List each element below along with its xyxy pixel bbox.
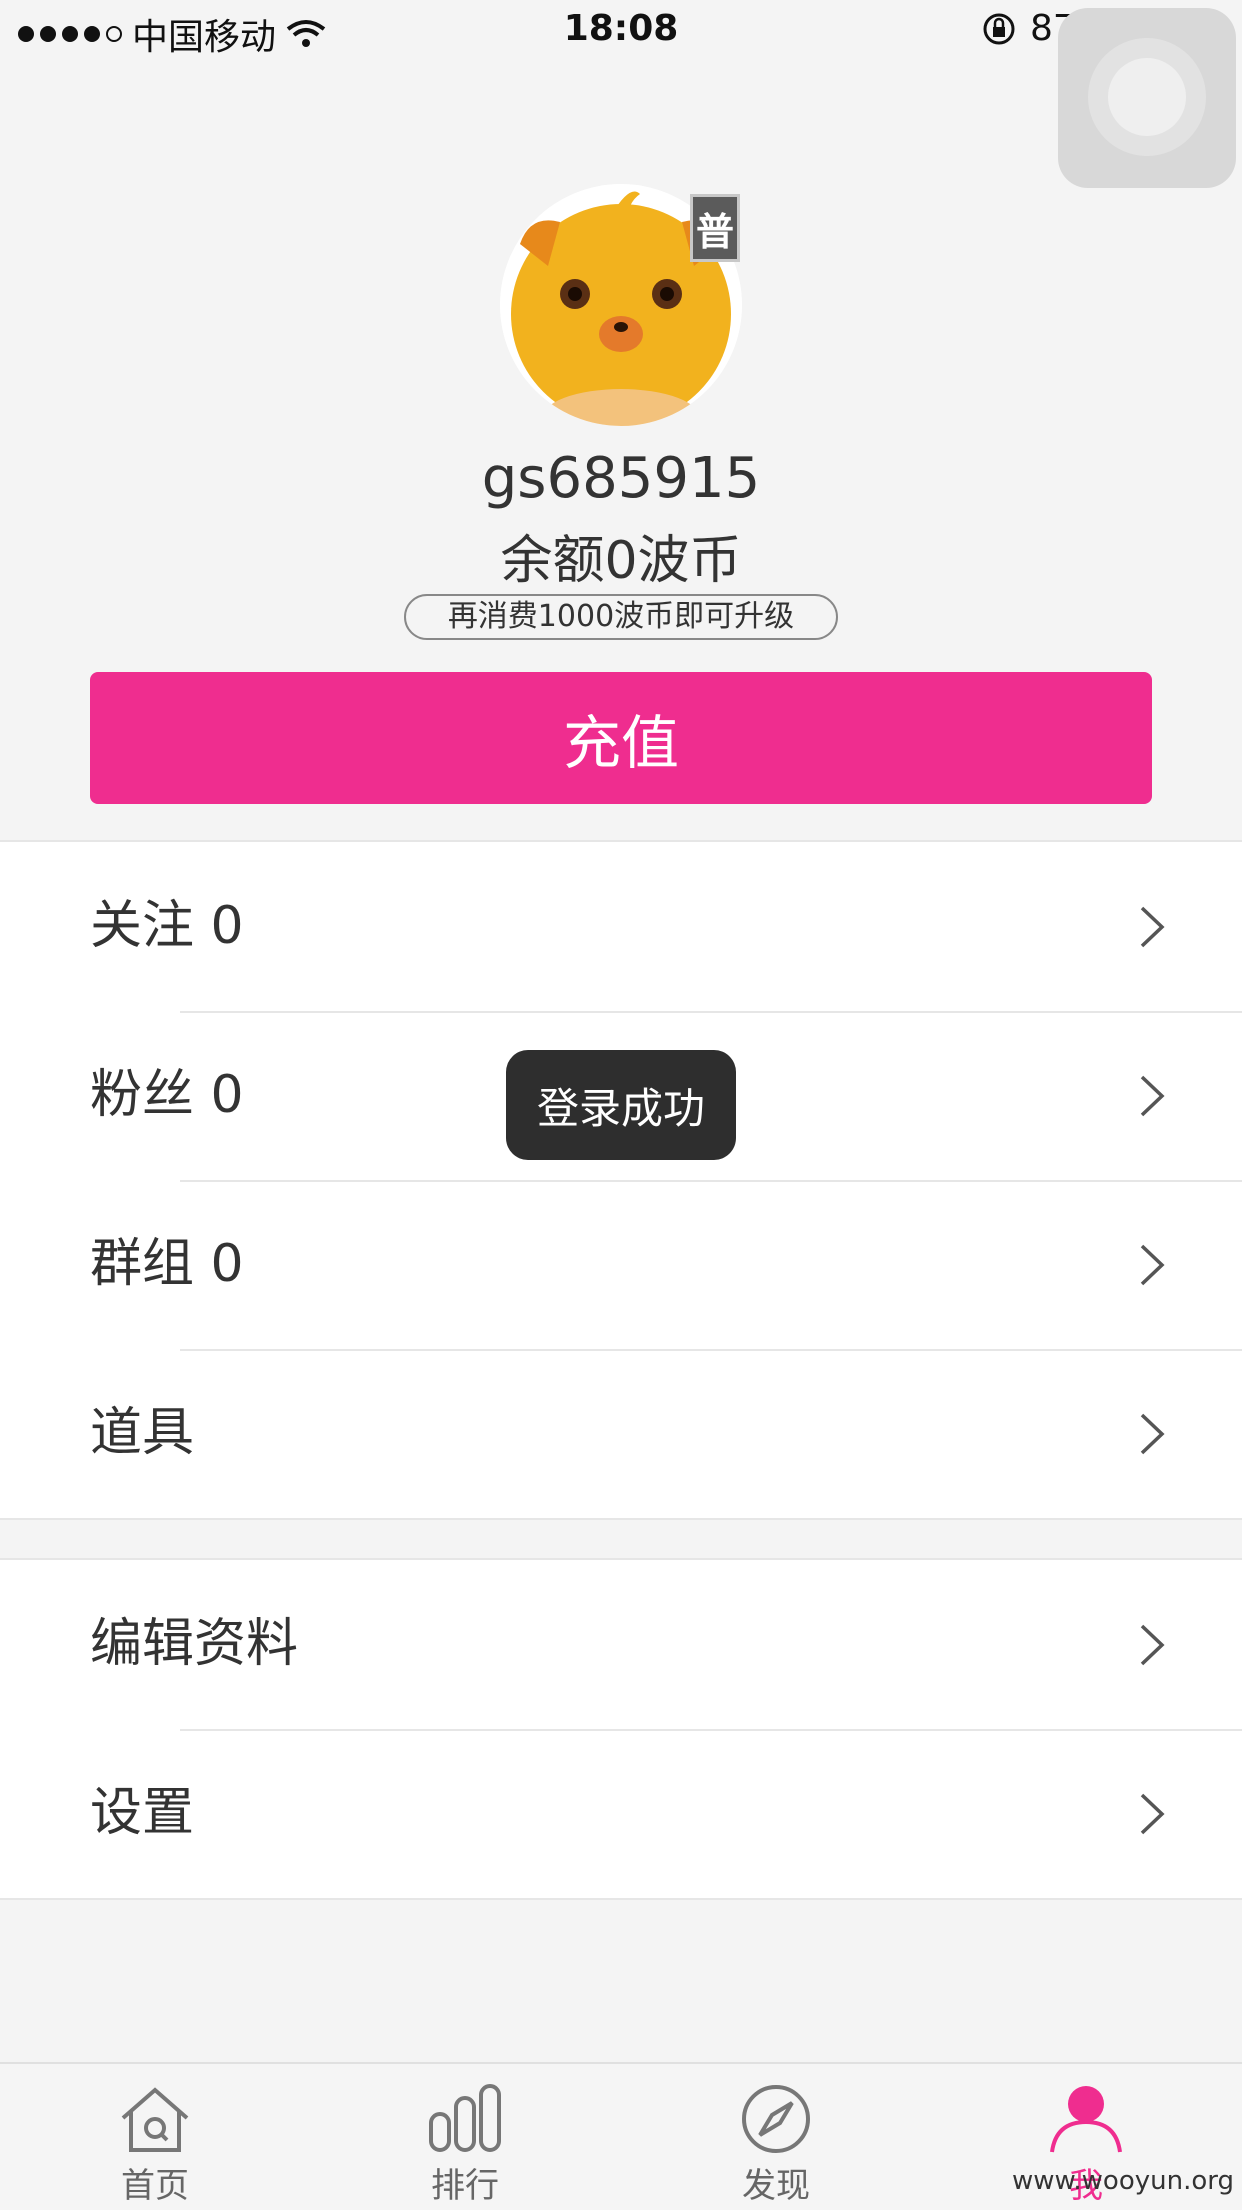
menu-row-label: 群组 0 <box>90 1234 244 1294</box>
tab-ranking[interactable]: 排行 <box>365 2064 565 2210</box>
chevron-right-icon <box>1140 1793 1165 1835</box>
menu-row-label: 粉丝 0 <box>90 1065 244 1125</box>
rotation-lock-icon <box>983 13 1015 44</box>
menu-row-label: 编辑资料 <box>90 1614 299 1674</box>
watermark: www.wooyun.org <box>1011 2166 1234 2196</box>
menu-row-label: 道具 <box>90 1403 195 1463</box>
menu-row-settings[interactable]: 设置 <box>0 1729 1242 1898</box>
menu-row-label: 设置 <box>90 1783 195 1843</box>
menu-group-account: 编辑资料 设置 <box>0 1558 1242 1900</box>
balance-text: 余额0波币 <box>500 531 742 591</box>
chevron-right-icon <box>1140 1624 1165 1666</box>
chevron-right-icon <box>1140 906 1165 948</box>
bottom-tab-bar: 首页 排行 发现 我 www.wooyun.org <box>0 2062 1242 2210</box>
menu-row-groups[interactable]: 群组 0 <box>0 1180 1242 1349</box>
tab-home[interactable]: 首页 <box>55 2064 255 2210</box>
username: gs685915 <box>481 446 761 511</box>
assistive-touch-button[interactable] <box>1058 8 1236 188</box>
menu-row-follow[interactable]: 关注 0 <box>0 842 1242 1011</box>
compass-icon <box>742 2085 810 2153</box>
tab-label: 发现 <box>742 2166 810 2206</box>
person-icon <box>1050 2086 1122 2153</box>
tab-label: 首页 <box>121 2166 189 2206</box>
chevron-right-icon <box>1140 1075 1165 1117</box>
upgrade-hint-pill: 再消费1000波币即可升级 <box>404 594 838 640</box>
menu-row-props[interactable]: 道具 <box>0 1349 1242 1518</box>
avatar-container: 普 <box>500 184 742 426</box>
tab-discover[interactable]: 发现 <box>676 2064 876 2210</box>
home-icon <box>121 2087 189 2152</box>
chevron-right-icon <box>1140 1244 1165 1286</box>
menu-row-edit-profile[interactable]: 编辑资料 <box>0 1560 1242 1729</box>
menu-group-social: 关注 0 粉丝 0 群组 0 道具 <box>0 840 1242 1520</box>
menu-row-label: 关注 0 <box>90 896 244 956</box>
tab-label: 排行 <box>431 2166 499 2206</box>
chevron-right-icon <box>1140 1413 1165 1455</box>
ranking-icon <box>429 2084 501 2152</box>
recharge-button[interactable]: 充值 <box>90 672 1152 804</box>
level-badge: 普 <box>690 194 740 262</box>
login-success-toast: 登录成功 <box>506 1050 736 1160</box>
status-bar: 中国移动 18:08 87% <box>0 0 1242 62</box>
